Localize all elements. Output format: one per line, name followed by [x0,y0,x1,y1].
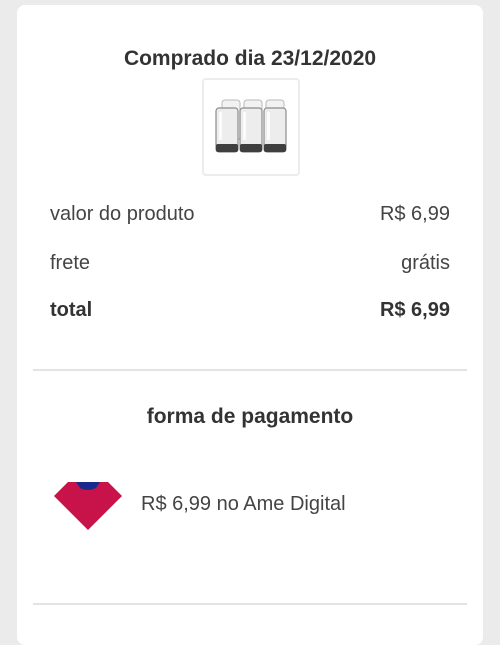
payment-method-text: R$ 6,99 no Ame Digital [141,493,346,515]
purchase-details-card: Comprado dia 23/12/2020 valor do produto… [17,5,483,645]
ame-digital-logo-icon [54,482,122,530]
product-thumbnail[interactable] [202,78,300,176]
divider [33,369,467,371]
product-value-label: valor do produto [50,203,195,225]
shipping-row: frete grátis [50,252,450,282]
payment-section-title: forma de pagamento [146,405,354,428]
total-amount: R$ 6,99 [379,299,450,321]
glass-set-icon [215,99,287,153]
divider [33,603,467,605]
purchase-date-title: Comprado dia 23/12/2020 [123,47,377,70]
total-label: total [50,299,93,321]
product-value-amount: R$ 6,99 [379,203,450,225]
shipping-value: grátis [401,252,450,274]
product-value-row: valor do produto R$ 6,99 [50,203,450,233]
shipping-label: frete [50,252,91,274]
total-row: total R$ 6,99 [50,299,450,329]
